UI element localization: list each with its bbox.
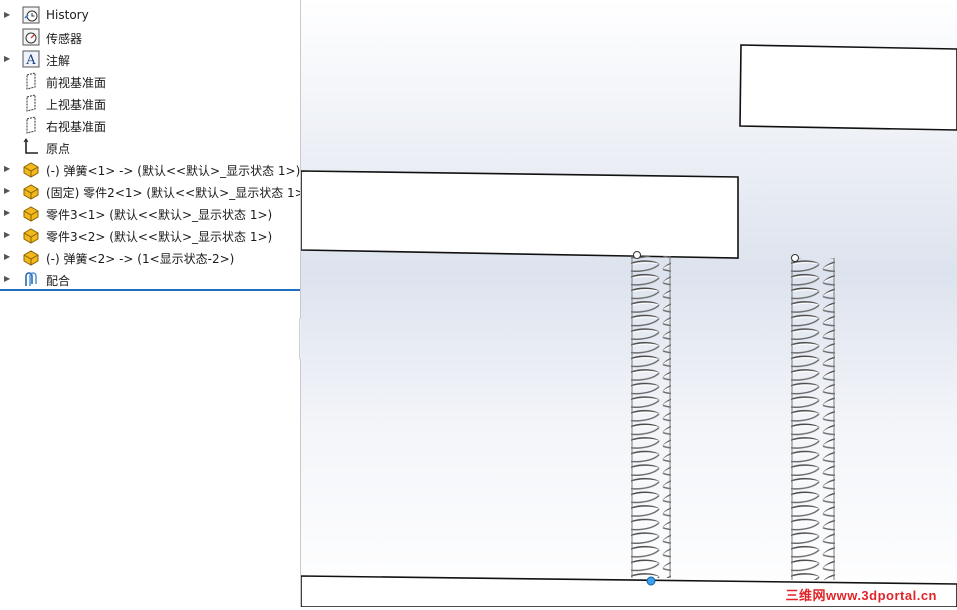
expand-arrow-icon[interactable]: ▶ (4, 252, 12, 262)
sensor-icon (22, 28, 40, 46)
part-icon (23, 250, 39, 266)
svg-text:A: A (25, 53, 36, 68)
expand-arrow-icon[interactable]: ▶ (4, 208, 12, 218)
feature-manager-tree: ▶ History 传感器 ▶ A 注解 前视基准面 上视基准面 右视基准面 原… (0, 0, 301, 607)
tree-item-mates[interactable]: ▶ 配合 (0, 268, 300, 290)
tree-item-right-plane[interactable]: 右视基准面 (0, 114, 300, 136)
tree-item-label: 上视基准面 (46, 98, 107, 112)
rollback-bar[interactable] (0, 289, 300, 291)
graphics-viewport[interactable]: 三维网www.3dportal.cn (300, 0, 957, 608)
tree-item-label: History (46, 8, 89, 22)
tree-item-part2[interactable]: ▶ (固定) 零件2<1> (默认<<默认>_显示状态 1>) (0, 180, 300, 202)
tree-item-label: (-) 弹簧<2> -> (1<显示状态-2>) (46, 252, 235, 266)
tree-item-label: 原点 (46, 142, 71, 156)
expand-arrow-icon[interactable]: ▶ (4, 230, 12, 240)
expand-arrow-icon[interactable]: ▶ (4, 10, 12, 20)
plane-icon (26, 116, 36, 134)
tree-item-label: 注解 (46, 54, 71, 68)
history-icon (22, 6, 40, 24)
part-icon (23, 184, 39, 200)
top-block[interactable] (739, 44, 957, 131)
origin-icon (23, 138, 38, 154)
part-icon (23, 206, 39, 222)
expand-arrow-icon[interactable]: ▶ (4, 54, 12, 64)
watermark-text: 三维网www.3dportal.cn (785, 588, 937, 603)
middle-block[interactable] (300, 170, 739, 259)
tree-item-label: 前视基准面 (46, 76, 107, 90)
tree-item-label: 配合 (46, 274, 71, 288)
tree-item-label: 传感器 (46, 32, 83, 46)
part-icon (23, 162, 39, 178)
tree-item-spring-1[interactable]: ▶ (-) 弹簧<1> -> (默认<<默认>_显示状态 1>) (0, 158, 300, 180)
plane-icon (26, 72, 36, 90)
tree-item-label: (固定) 零件2<1> (默认<<默认>_显示状态 1>) (46, 186, 301, 200)
spring-2[interactable] (791, 254, 835, 581)
tree-item-label: 右视基准面 (46, 120, 107, 134)
spring-1[interactable] (631, 251, 671, 586)
tree-item-origin[interactable]: 原点 (0, 136, 300, 158)
tree-item-part3-2[interactable]: ▶ 零件3<2> (默认<<默认>_显示状态 1>) (0, 224, 300, 246)
tree-item-top-plane[interactable]: 上视基准面 (0, 92, 300, 114)
expand-arrow-icon[interactable]: ▶ (4, 164, 12, 174)
annotation-icon: A (22, 50, 40, 68)
mates-icon (25, 272, 37, 286)
expand-arrow-icon[interactable]: ▶ (4, 274, 12, 284)
plane-icon (26, 94, 36, 112)
tree-item-spring-2[interactable]: ▶ (-) 弹簧<2> -> (1<显示状态-2>) (0, 246, 300, 268)
tree-item-label: 零件3<1> (默认<<默认>_显示状态 1>) (46, 208, 273, 222)
tree-item-part3-1[interactable]: ▶ 零件3<1> (默认<<默认>_显示状态 1>) (0, 202, 300, 224)
tree-item-label: (-) 弹簧<1> -> (默认<<默认>_显示状态 1>) (46, 164, 301, 178)
tree-item-sensors[interactable]: 传感器 (0, 26, 300, 48)
tree-item-label: 零件3<2> (默认<<默认>_显示状态 1>) (46, 230, 273, 244)
expand-arrow-icon[interactable]: ▶ (4, 186, 12, 196)
tree-item-front-plane[interactable]: 前视基准面 (0, 70, 300, 92)
model-view (300, 0, 957, 608)
part-icon (23, 228, 39, 244)
tree-item-annotations[interactable]: ▶ A 注解 (0, 48, 300, 70)
tree-item-history[interactable]: ▶ History (0, 4, 300, 26)
